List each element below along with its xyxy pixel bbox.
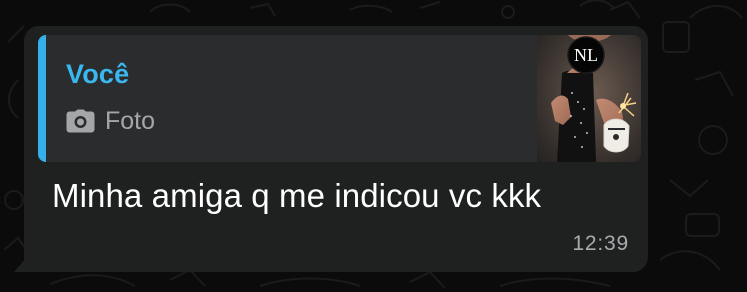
- message-time: 12:39: [572, 232, 629, 255]
- thumbnail-monogram: NL: [574, 45, 598, 65]
- quote-author: Você: [66, 59, 130, 89]
- quote-accent-bar: [38, 35, 46, 162]
- quoted-message[interactable]: Você Foto NL: [38, 35, 641, 162]
- camera-icon: [66, 109, 95, 133]
- quoted-photo-thumbnail[interactable]: NL: [537, 35, 641, 162]
- message-text: Minha amiga q me indicou vc kkk: [52, 177, 542, 214]
- quote-media-row: Foto: [66, 106, 155, 136]
- quote-media-label: Foto: [105, 106, 156, 135]
